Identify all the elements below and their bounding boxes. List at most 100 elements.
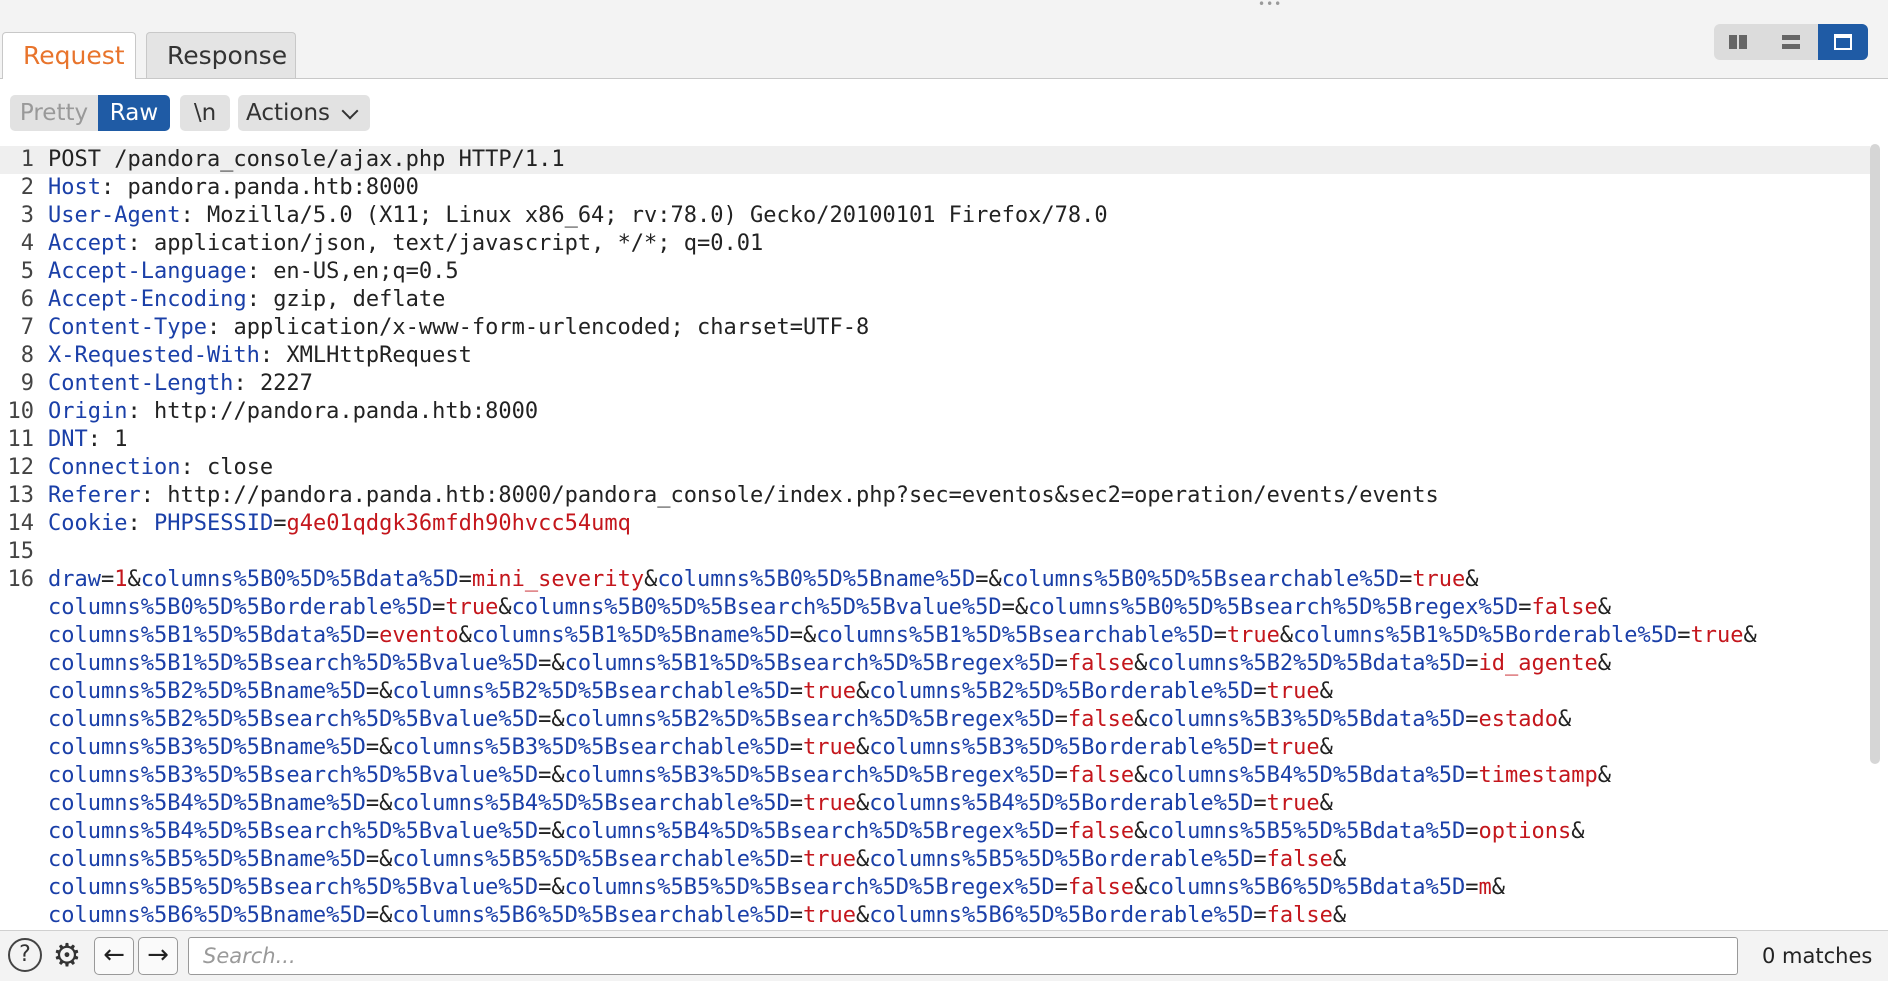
header-name: Connection: [48, 455, 181, 480]
search-input[interactable]: [188, 937, 1738, 975]
split-horizontal-icon: [1729, 35, 1737, 49]
code-line[interactable]: 16 draw=1&columns%5B0%5D%5Bdata%5D=mini_s…: [0, 566, 1870, 594]
header-separator: :: [127, 231, 154, 256]
code-line[interactable]: columns%5B5%5D%5Bname%5D=&columns%5B5%5D…: [0, 846, 1870, 874]
next-match-button[interactable]: →: [138, 937, 178, 975]
param-separator: &: [551, 819, 565, 844]
code-line[interactable]: columns%5B6%5D%5Bname%5D=&columns%5B6%5D…: [0, 902, 1870, 930]
param-separator: &: [1597, 595, 1611, 620]
actions-dropdown[interactable]: Actions: [238, 95, 370, 131]
code-line[interactable]: 11 DNT: 1: [0, 426, 1870, 454]
param-separator: &: [855, 679, 870, 704]
code-line[interactable]: 6 Accept-Encoding: gzip, deflate: [0, 286, 1870, 314]
param-separator: &: [1319, 679, 1333, 704]
line-content: columns%5B4%5D%5Bsearch%5D%5Bvalue%5D=&c…: [48, 818, 1585, 846]
code-line[interactable]: columns%5B3%5D%5Bname%5D=&columns%5B3%5D…: [0, 734, 1870, 762]
code-line[interactable]: 1 POST /pandora_console/ajax.php HTTP/1.1: [0, 146, 1870, 174]
code-line[interactable]: 13 Referer: http://pandora.panda.htb:8000…: [0, 482, 1870, 510]
code-line[interactable]: 15: [0, 538, 1870, 566]
line-number: 6: [20, 287, 34, 312]
param-separator: &: [1571, 819, 1585, 844]
tab-request[interactable]: Request: [2, 32, 136, 79]
drag-handle[interactable]: •••: [1258, 0, 1282, 10]
split-vertical-button[interactable]: [1766, 24, 1816, 60]
code-line[interactable]: columns%5B3%5D%5Bsearch%5D%5Bvalue%5D=&c…: [0, 762, 1870, 790]
line-content: POST /pandora_console/ajax.php HTTP/1.1: [48, 146, 565, 174]
split-horizontal-button[interactable]: [1714, 24, 1764, 60]
line-number: 12: [7, 455, 35, 480]
header-separator: :: [140, 483, 168, 508]
line-content: columns%5B0%5D%5Borderable%5D=true&colum…: [48, 594, 1611, 622]
line-number: 1: [20, 147, 34, 172]
param-name: columns%5B5%5D%5Bsearch%5D%5Bvalue%5D: [48, 875, 539, 900]
param-separator: &: [855, 735, 870, 760]
line-content: Host: pandora.panda.htb:8000: [48, 174, 419, 202]
gear-icon[interactable]: ⚙: [50, 938, 84, 972]
param-separator: &: [1597, 651, 1611, 676]
code-line[interactable]: columns%5B5%5D%5Bsearch%5D%5Bvalue%5D=&c…: [0, 874, 1870, 902]
code-line[interactable]: 10 Origin: http://pandora.panda.htb:8000: [0, 398, 1870, 426]
code-line[interactable]: columns%5B2%5D%5Bname%5D=&columns%5B2%5D…: [0, 678, 1870, 706]
code-line[interactable]: 8 X-Requested-With: XMLHttpRequest: [0, 342, 1870, 370]
tab-response[interactable]: Response: [146, 32, 296, 78]
code-line[interactable]: columns%5B4%5D%5Bname%5D=&columns%5B4%5D…: [0, 790, 1870, 818]
code-line[interactable]: 12 Connection: close: [0, 454, 1870, 482]
code-line[interactable]: 2 Host: pandora.panda.htb:8000: [0, 174, 1870, 202]
param-name: columns%5B1%5D%5Bname%5D: [471, 623, 790, 648]
param-name: columns%5B2%5D%5Bdata%5D: [1147, 651, 1466, 676]
code-line[interactable]: 5 Accept-Language: en-US,en;q=0.5: [0, 258, 1870, 286]
param-value: m: [1478, 875, 1492, 900]
code-line[interactable]: columns%5B1%5D%5Bsearch%5D%5Bvalue%5D=&c…: [0, 650, 1870, 678]
param-separator: &: [498, 595, 512, 620]
request-editor[interactable]: 1 POST /pandora_console/ajax.php HTTP/1.1…: [0, 142, 1888, 930]
code-line[interactable]: columns%5B4%5D%5Bsearch%5D%5Bvalue%5D=&c…: [0, 818, 1870, 846]
param-name: columns%5B6%5D%5Bname%5D: [48, 903, 366, 928]
raw-button[interactable]: Raw: [98, 95, 170, 131]
cookie-name: PHPSESSID: [153, 511, 274, 536]
header-name: User-Agent: [48, 203, 181, 228]
code-line[interactable]: 3 User-Agent: Mozilla/5.0 (X11; Linux x86…: [0, 202, 1870, 230]
param-separator: &: [551, 707, 565, 732]
param-equals: =: [538, 651, 552, 676]
line-content: columns%5B5%5D%5Bname%5D=&columns%5B5%5D…: [48, 846, 1346, 874]
param-separator: &: [127, 567, 141, 592]
previous-match-button[interactable]: ←: [94, 937, 134, 975]
pretty-button[interactable]: Pretty: [10, 95, 98, 131]
param-separator: &: [1319, 791, 1333, 816]
cookie-separator: =: [273, 511, 287, 536]
show-newlines-button[interactable]: \n: [180, 95, 230, 131]
param-name: columns%5B1%5D%5Bsearch%5D%5Bregex%5D: [564, 651, 1055, 676]
param-name: columns%5B6%5D%5Borderable%5D: [869, 903, 1254, 928]
line-number: 13: [7, 483, 35, 508]
chevron-down-icon: [341, 102, 359, 120]
header-separator: :: [87, 427, 115, 452]
code-line[interactable]: columns%5B1%5D%5Bdata%5D=evento&columns%…: [0, 622, 1870, 650]
param-value: estado: [1478, 707, 1559, 732]
param-equals: =: [1001, 595, 1015, 620]
param-equals: =: [538, 875, 552, 900]
param-name: columns%5B5%5D%5Bsearchable%5D: [392, 847, 790, 872]
help-icon[interactable]: ?: [8, 938, 42, 972]
code-line[interactable]: 14 Cookie: PHPSESSID=g4e01qdgk36mfdh90hvc…: [0, 510, 1870, 538]
view-mode-group: [1714, 24, 1868, 60]
editor-scrollbar[interactable]: [1870, 144, 1880, 764]
code-line[interactable]: 9 Content-Length: 2227: [0, 370, 1870, 398]
param-equals: =: [1054, 875, 1068, 900]
param-name: columns%5B5%5D%5Bdata%5D: [1147, 819, 1466, 844]
code-line[interactable]: columns%5B0%5D%5Borderable%5D=true&colum…: [0, 594, 1870, 622]
param-value: true: [1266, 791, 1320, 816]
param-separator: &: [551, 875, 565, 900]
header-separator: :: [127, 399, 154, 424]
code-line[interactable]: columns%5B2%5D%5Bsearch%5D%5Bvalue%5D=&c…: [0, 706, 1870, 734]
line-content: User-Agent: Mozilla/5.0 (X11; Linux x86_…: [48, 202, 1108, 230]
param-separator: &: [458, 623, 472, 648]
param-separator: &: [379, 735, 393, 760]
line-number: 4: [20, 231, 34, 256]
param-separator: &: [1332, 903, 1347, 928]
code-line[interactable]: 7 Content-Type: application/x-www-form-ur…: [0, 314, 1870, 342]
param-value: false: [1266, 847, 1333, 872]
single-pane-button[interactable]: [1818, 24, 1868, 60]
code-line[interactable]: 4 Accept: application/json, text/javascri…: [0, 230, 1870, 258]
param-name: columns%5B3%5D%5Bsearchable%5D: [392, 735, 790, 760]
line-number: 16: [7, 567, 35, 592]
